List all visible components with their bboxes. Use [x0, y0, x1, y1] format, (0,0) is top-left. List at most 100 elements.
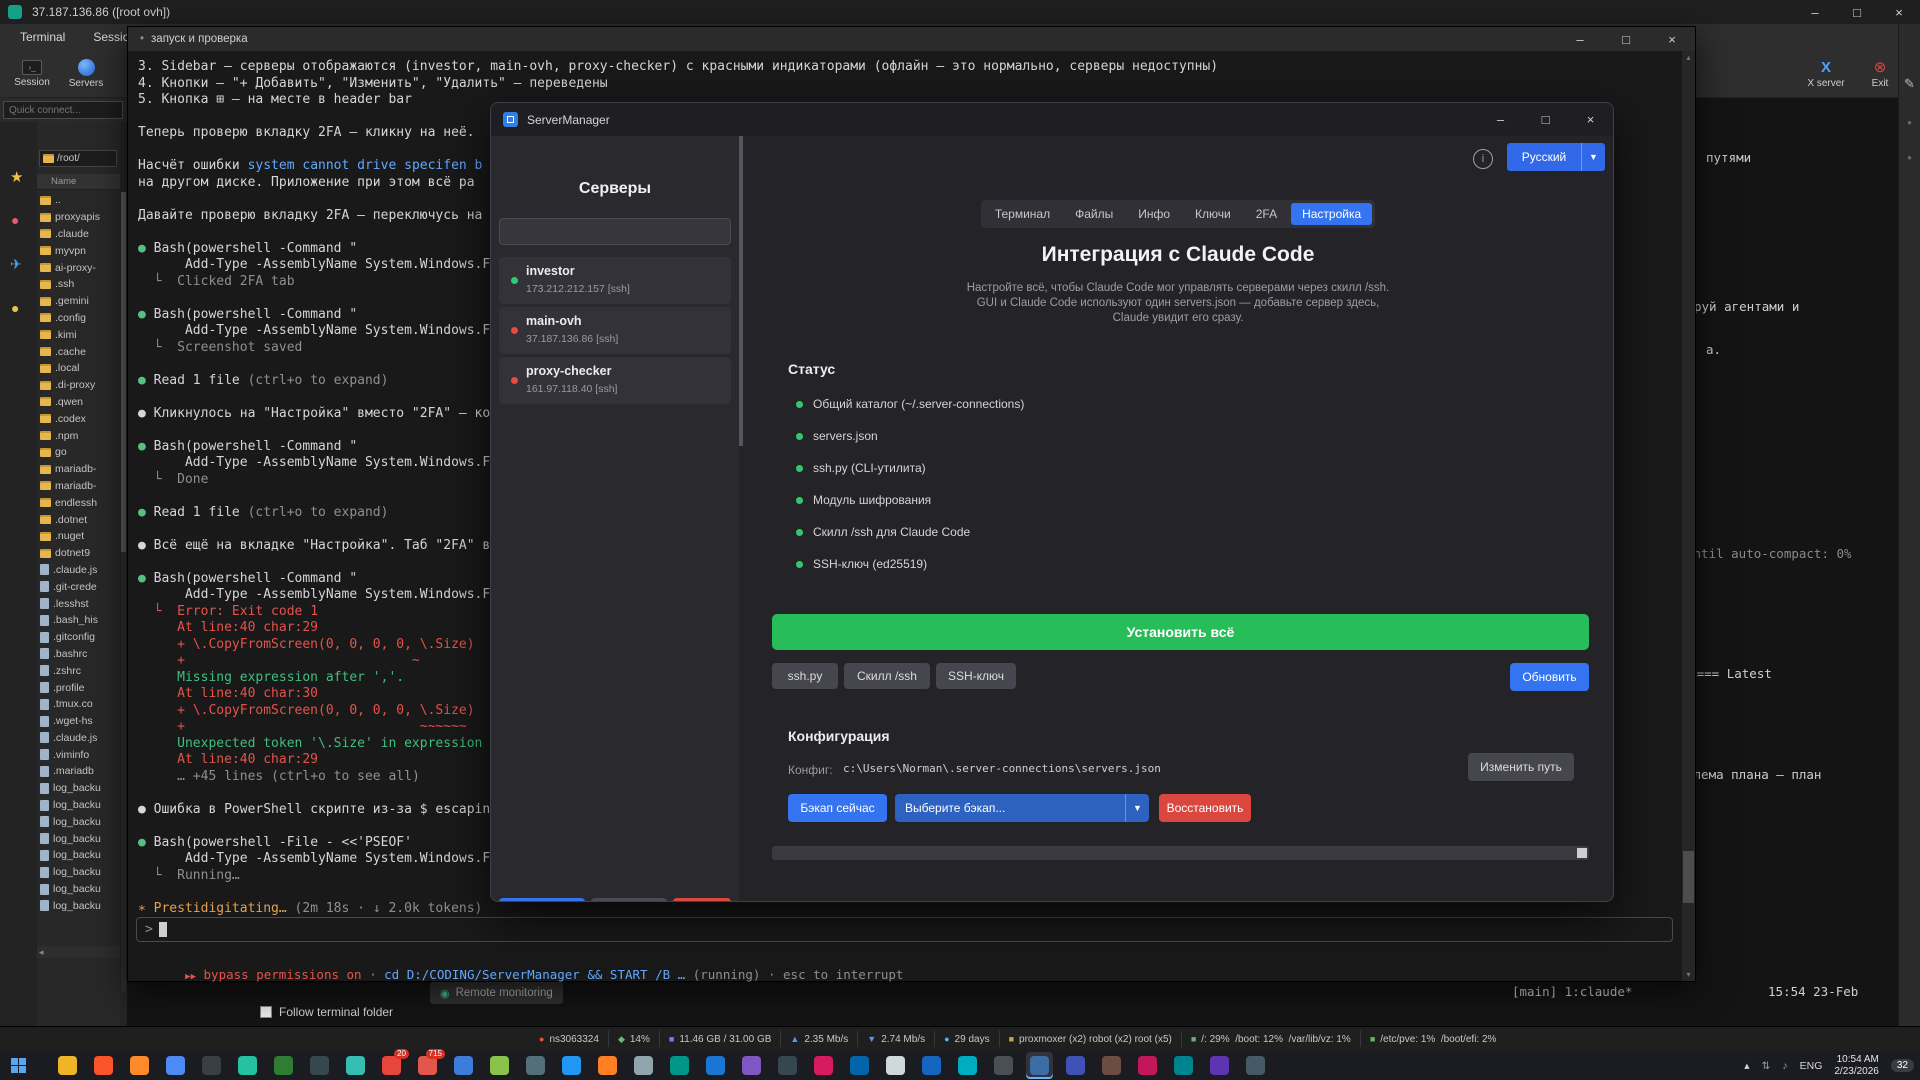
taskbar-app-icon[interactable]	[954, 1052, 981, 1079]
quick-connect-input[interactable]	[3, 101, 123, 119]
taskbar-app-icon[interactable]	[774, 1052, 801, 1079]
taskbar-app-icon[interactable]	[342, 1052, 369, 1079]
x-server-button[interactable]: X X server	[1800, 52, 1852, 95]
file-tree-item[interactable]: myvpn	[37, 242, 120, 259]
file-tree-item[interactable]: .wget-hs	[37, 713, 120, 730]
server-list-item[interactable]: proxy-checker161.97.118.40 [ssh]	[499, 357, 731, 404]
taskbar-app-icon[interactable]	[126, 1052, 153, 1079]
path-selector[interactable]: /root/	[39, 150, 117, 167]
file-tree-item[interactable]: .codex	[37, 410, 120, 427]
component-button-SSH-ключ[interactable]: SSH-ключ	[936, 663, 1016, 689]
file-tree-item[interactable]: .claude.js	[37, 562, 120, 579]
file-tree-item[interactable]: log_backu	[37, 881, 120, 898]
server-list-item[interactable]: main-ovh37.187.136.86 [ssh]	[499, 307, 731, 354]
menu-terminal[interactable]: Terminal	[20, 30, 65, 44]
sm-maximize-button[interactable]: □	[1523, 103, 1568, 136]
change-path-button[interactable]: Изменить путь	[1468, 753, 1574, 781]
refresh-button[interactable]: Обновить	[1510, 663, 1589, 691]
taskbar-app-icon[interactable]	[666, 1052, 693, 1079]
file-tree-item[interactable]: dotnet9	[37, 545, 120, 562]
file-tree-item[interactable]: .ssh	[37, 276, 120, 293]
taskbar-app-icon[interactable]	[234, 1052, 261, 1079]
taskbar-app-icon[interactable]	[558, 1052, 585, 1079]
taskbar-app-icon[interactable]	[54, 1052, 81, 1079]
file-tree-item[interactable]: .lesshst	[37, 595, 120, 612]
tree-vertical-scrollbar[interactable]	[121, 192, 126, 992]
info-icon[interactable]: i	[1473, 149, 1493, 169]
file-tree-item[interactable]: log_backu	[37, 864, 120, 881]
file-tree-item[interactable]: .gemini	[37, 293, 120, 310]
terminal-scrollbar[interactable]: ▴ ▾	[1682, 51, 1695, 981]
minimize-button[interactable]: –	[1794, 0, 1836, 24]
file-tree-item[interactable]: endlessh	[37, 494, 120, 511]
checkbox[interactable]	[260, 1006, 272, 1018]
backup-now-button[interactable]: Бэкап сейчас	[788, 794, 887, 822]
file-tree-item[interactable]: ..	[37, 192, 120, 209]
file-tree-item[interactable]: .gitconfig	[37, 629, 120, 646]
file-tree-item[interactable]: ai-proxy-	[37, 259, 120, 276]
tray-widget[interactable]: ■/etc/pve: 1% /boot/efi: 2%	[1360, 1031, 1506, 1047]
taskbar-app-icon[interactable]	[1098, 1052, 1125, 1079]
file-tree-item[interactable]: .bash_his	[37, 612, 120, 629]
terminal-maximize-button[interactable]: □	[1603, 27, 1649, 51]
server-list-item[interactable]: investor173.212.212.157 [ssh]	[499, 257, 731, 304]
taskbar-app-icon[interactable]	[918, 1052, 945, 1079]
language-indicator[interactable]: ENG	[1800, 1060, 1823, 1072]
file-tree-item[interactable]: proxyapis	[37, 209, 120, 226]
file-tree-item[interactable]: .profile	[37, 679, 120, 696]
file-tree-item[interactable]: .viminfo	[37, 746, 120, 763]
taskbar-app-icon[interactable]	[990, 1052, 1017, 1079]
session-button[interactable]: ›_ Session	[6, 52, 58, 95]
notification-badge[interactable]: 32	[1891, 1059, 1914, 1072]
tab-Ключи[interactable]: Ключи	[1184, 203, 1242, 225]
file-tree-item[interactable]: log_backu	[37, 897, 120, 914]
tray-widget[interactable]: ▼2.74 Mb/s	[857, 1031, 934, 1047]
file-tree-item[interactable]: .dotnet	[37, 511, 120, 528]
file-tree-item[interactable]: .git-crede	[37, 578, 120, 595]
tools-icon[interactable]: ●	[11, 300, 19, 316]
component-button-ssh.py[interactable]: ssh.py	[772, 663, 838, 689]
taskbar-app-icon[interactable]	[90, 1052, 117, 1079]
file-tree-item[interactable]: mariadb-	[37, 478, 120, 495]
language-select[interactable]: Русский ▼	[1507, 143, 1605, 171]
follow-terminal-folder[interactable]: Follow terminal folder	[260, 1005, 393, 1019]
file-tree-item[interactable]: .di-proxy	[37, 377, 120, 394]
terminal-minimize-button[interactable]: –	[1557, 27, 1603, 51]
taskbar-app-icon[interactable]	[162, 1052, 189, 1079]
tray-widget[interactable]: ■proxmoxer (x2) robot (x2) root (x5)	[999, 1031, 1181, 1047]
tray-widget[interactable]: ■/: 29% /boot: 12% /var/lib/vz: 1%	[1181, 1031, 1360, 1047]
file-tree-item[interactable]: log_backu	[37, 830, 120, 847]
install-all-button[interactable]: Установить всё	[772, 614, 1589, 650]
terminal-titlebar[interactable]: • запуск и проверка – □ ×	[128, 27, 1695, 51]
volume-icon[interactable]: ♪	[1782, 1060, 1787, 1072]
file-tree-item[interactable]: .claude	[37, 226, 120, 243]
file-tree-item[interactable]: .config	[37, 310, 120, 327]
file-tree-item[interactable]: .kimi	[37, 326, 120, 343]
file-tree-item[interactable]: .local	[37, 360, 120, 377]
taskbar-app-icon[interactable]	[738, 1052, 765, 1079]
file-tree-item[interactable]: .cache	[37, 343, 120, 360]
taskbar-app-icon[interactable]	[882, 1052, 909, 1079]
scroll-down-icon[interactable]: ▾	[1682, 970, 1695, 979]
edit-server-button[interactable]: Изменить	[591, 898, 667, 902]
file-tree-item[interactable]: .claude.js	[37, 730, 120, 747]
file-tree-item[interactable]: .npm	[37, 427, 120, 444]
tray-widget[interactable]: ◆14%	[608, 1031, 659, 1047]
tray-widget[interactable]: ●29 days	[934, 1031, 998, 1047]
close-button[interactable]: ×	[1878, 0, 1920, 24]
taskbar-app-icon[interactable]	[270, 1052, 297, 1079]
tab-Настройка[interactable]: Настройка	[1291, 203, 1372, 225]
name-column-header[interactable]: Name	[37, 174, 120, 190]
hidden-icons-chevron[interactable]: ▴	[1744, 1060, 1749, 1072]
backup-select[interactable]: Выберите бэкап... ▼	[895, 794, 1149, 822]
tab-Терминал[interactable]: Терминал	[984, 203, 1061, 225]
server-search-input[interactable]	[499, 218, 731, 245]
taskbar-app-icon[interactable]	[594, 1052, 621, 1079]
scrollbar-thumb[interactable]	[1683, 851, 1694, 903]
tray-widget[interactable]: ■11.46 GB / 31.00 GB	[659, 1031, 781, 1047]
file-tree-item[interactable]: .tmux.co	[37, 696, 120, 713]
taskbar-app-icon[interactable]	[1242, 1052, 1269, 1079]
claude-input-box[interactable]: >	[136, 917, 1673, 942]
taskbar-app-icon[interactable]	[1206, 1052, 1233, 1079]
edit-icon[interactable]: ✎	[1904, 76, 1915, 92]
